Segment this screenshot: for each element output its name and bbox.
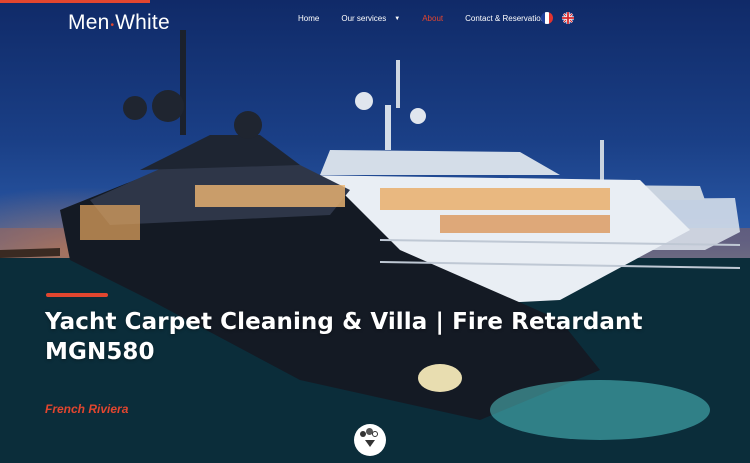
uk-flag-graphic xyxy=(562,12,574,24)
nav-item-about[interactable]: About xyxy=(422,14,443,23)
scroll-badge-dot-right xyxy=(372,431,378,437)
hero-title: Yacht Carpet Cleaning & Villa | Fire Ret… xyxy=(45,309,643,365)
french-flag-icon[interactable] xyxy=(541,12,553,24)
main-navigation: Home Our services ▼ About Contact & Rese… xyxy=(298,14,567,23)
uk-flag-icon[interactable] xyxy=(562,12,574,24)
site-logo[interactable]: Men•White xyxy=(68,11,170,35)
logo-text-right: White xyxy=(115,11,170,34)
nav-item-contact-reservation[interactable]: Contact & Reservation xyxy=(465,14,545,23)
nav-item-label: About xyxy=(422,14,444,23)
logo-text-left: Men xyxy=(68,11,110,34)
nav-item-home[interactable]: Home xyxy=(298,14,319,23)
top-accent-bar xyxy=(0,0,150,3)
scroll-down-button[interactable] xyxy=(354,424,386,456)
chevron-down-icon: ▼ xyxy=(394,15,401,22)
nav-item-our-services[interactable]: Our services ▼ xyxy=(341,14,400,23)
logo-separator: • xyxy=(110,20,115,31)
nav-item-label: Contact & Reservation xyxy=(465,14,546,23)
nav-item-label: Home xyxy=(298,14,320,23)
scroll-down-icon xyxy=(365,440,375,447)
hero-subtitle: French Riviera xyxy=(45,402,129,416)
nav-item-label: Our services xyxy=(341,14,387,23)
title-accent-bar xyxy=(46,293,108,297)
hero-background xyxy=(0,0,750,463)
yacht-illustration xyxy=(0,30,750,463)
